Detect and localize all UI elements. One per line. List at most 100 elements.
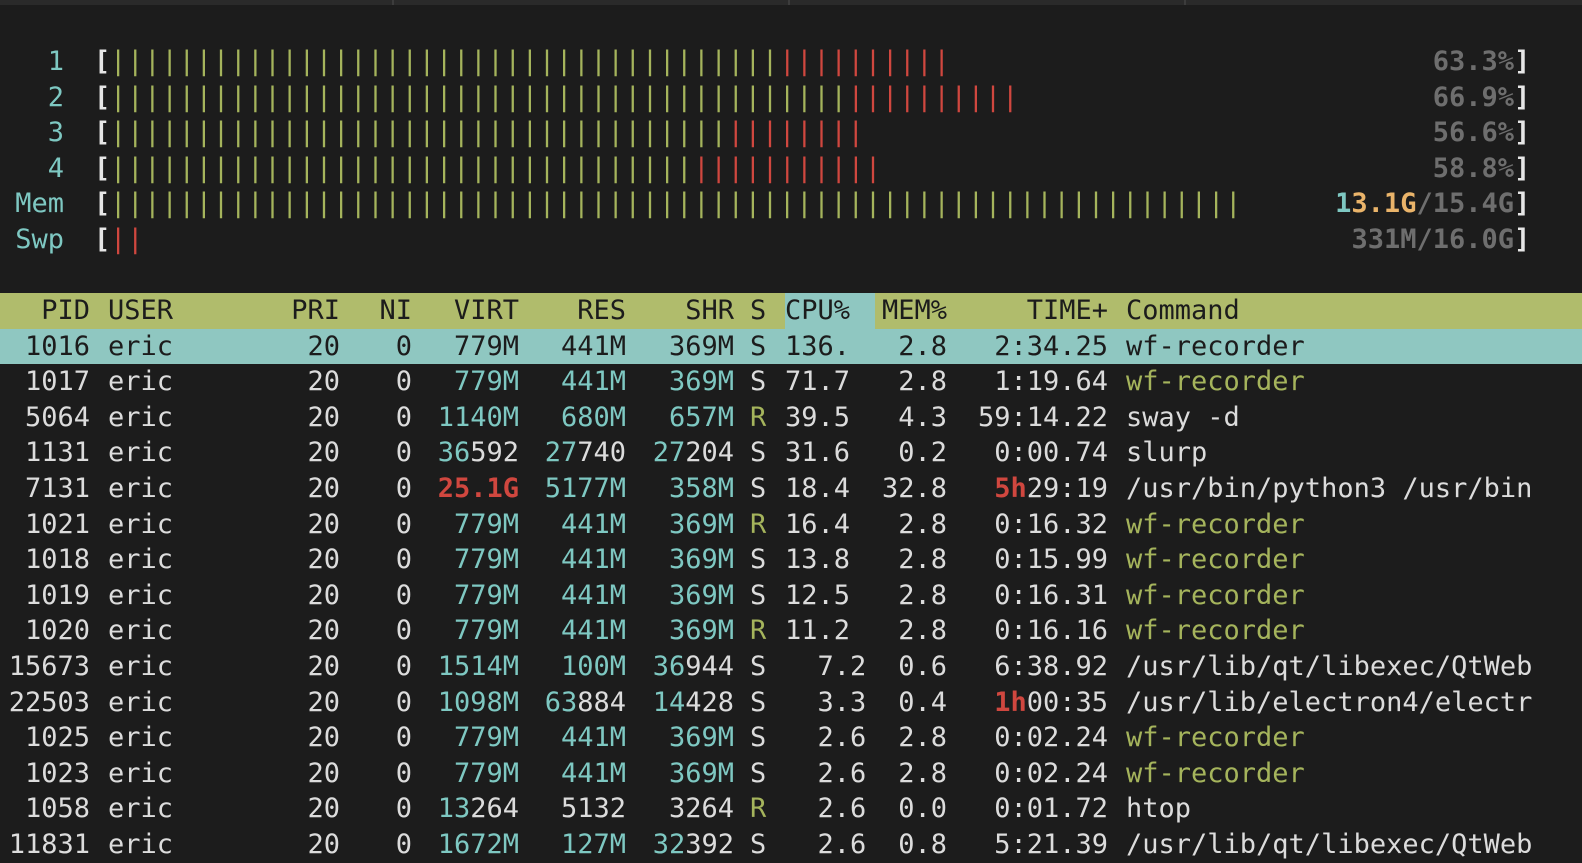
meter-bracket-close: ] [1514, 223, 1531, 255]
cell-command: wf-recorder [1126, 722, 1305, 754]
col-res[interactable]: RES [520, 293, 626, 329]
cell-pri: 20 [307, 472, 340, 504]
table-row[interactable]: 11831 eric 20 0 1672M 127M 32392 S 2.6 0.8 5:21.3… [0, 827, 1582, 863]
cell-command: htop [1126, 793, 1192, 825]
col-command[interactable]: Command [1126, 293, 1582, 329]
col-pri[interactable]: PRI [272, 293, 340, 329]
cell-ni: 0 [395, 437, 412, 469]
table-row[interactable]: 7131 eric 20 0 25.1G 5177M 358M S 18.4 32.8 5h29:1… [0, 471, 1582, 507]
table-row[interactable]: 1017 eric 20 0 779M 441M 369M S 71.7 2.8 1:19.64 wf… [0, 364, 1582, 400]
col-ni[interactable]: NI [350, 293, 412, 329]
col-state[interactable]: S [750, 293, 770, 329]
meter-bracket-close: ] [1514, 81, 1531, 113]
cell-pid: 1018 [24, 544, 90, 576]
cell-cpu: 3.3 [785, 686, 867, 718]
cell-pri: 20 [307, 615, 340, 647]
cell-res-hi: 27 [544, 437, 578, 469]
table-row[interactable]: 1023 eric 20 0 779M 441M 369M S 2.6 2.8 0:02.24 wf… [0, 756, 1582, 792]
cell-time: 5:21.39 [948, 827, 1108, 863]
cell-virt-val: 779M [453, 330, 519, 362]
cell-shr-val: 944 [685, 650, 734, 682]
cell-virt: 779M [412, 578, 519, 614]
cell-pri: 20 [307, 757, 340, 789]
mem-total: /15.4G [1416, 188, 1514, 220]
col-cpu-sorted[interactable]: CPU% [785, 293, 875, 329]
cell-ni: 0 [395, 401, 412, 433]
cell-shr-val: 369M [668, 579, 734, 611]
cell-virt: 779M [412, 364, 519, 400]
cell-shr: 369M [628, 613, 734, 649]
cell-virt-hi: 13 [437, 793, 471, 825]
process-table[interactable]: PID USER PRI NI VIRT RES SHR S CPU% MEM%… [0, 293, 1582, 863]
meter-bar-segment: ||||||||||| [693, 152, 883, 184]
cell-res-val: 441M [560, 366, 626, 398]
table-row[interactable]: 1018 eric 20 0 779M 441M 369M S 13.8 2.8 0:15.99 wf… [0, 542, 1582, 578]
terminal-tab-strip [0, 0, 1582, 5]
cell-res-val: 441M [560, 508, 626, 540]
cell-ni: 0 [395, 544, 412, 576]
cell-shr: 369M [628, 329, 734, 365]
table-row[interactable]: 1131 eric 20 0 36592 27740 27204 S 31.6 0.2 0:00.7… [0, 435, 1582, 471]
table-row[interactable]: 1021 eric 20 0 779M 441M 369M R 16.4 2.8 0:16.32 wf… [0, 507, 1582, 543]
cell-shr-val: 369M [668, 757, 734, 789]
cell-pid: 7131 [24, 472, 90, 504]
cell-cpu: 2.6 [785, 722, 867, 754]
cell-pri: 20 [307, 579, 340, 611]
table-header[interactable]: PID USER PRI NI VIRT RES SHR S CPU% MEM%… [0, 293, 1582, 329]
meter-bracket-open: [ [94, 81, 111, 113]
table-row[interactable]: 5064 eric 20 0 1140M 680M 657M R 39.5 4.3 59:14.22… [0, 400, 1582, 436]
cell-pid: 1019 [24, 579, 90, 611]
table-row[interactable]: 15673 eric 20 0 1514M 100M 36944 S 7.2 0.6 6:38.9… [0, 649, 1582, 685]
cell-virt-val: 25.1G [437, 472, 519, 504]
col-user[interactable]: USER [108, 293, 278, 329]
meter-swp: Swp [|| 331M/16.0G] [0, 221, 1582, 258]
cell-cpu: 31.6 [785, 437, 851, 469]
col-pid[interactable]: PID [0, 293, 90, 329]
cell-user: eric [108, 472, 174, 504]
meter-bar: ||||||||||||||||||||||||||||||||||||||||… [110, 44, 1514, 80]
cell-mem: 0.2 [898, 437, 947, 469]
cell-virt-val: 779M [453, 615, 519, 647]
cell-command: wf-recorder [1126, 508, 1305, 540]
col-virt[interactable]: VIRT [412, 293, 519, 329]
meter-label: 4 [47, 152, 64, 184]
cell-virt: 779M [412, 613, 519, 649]
cell-mem: 2.8 [898, 330, 947, 362]
cell-cpu: 18.4 [785, 472, 851, 504]
table-row-selected[interactable]: 1016 eric 20 0 779M 441M 369M S 136. 2.8 2:34.25 wf… [0, 328, 1582, 365]
cell-ni: 0 [395, 472, 412, 504]
table-row[interactable]: 1058 eric 20 0 13264 5132 3264 R 2.6 0.0 0:01.72 h… [0, 791, 1582, 827]
meter-bracket-close: ] [1514, 188, 1531, 220]
cell-time-val: 5:21.39 [994, 828, 1108, 860]
col-mem[interactable]: MEM% [875, 293, 947, 329]
meter-bar-segment: ||||||||||||||||||||||||||||||||||||||||… [110, 81, 848, 113]
cell-time: 1h00:35 [948, 685, 1108, 721]
cell-user: eric [108, 757, 174, 789]
table-row[interactable]: 1019 eric 20 0 779M 441M 369M S 12.5 2.8 0:16.31 wf… [0, 578, 1582, 614]
cell-shr-hi: 27 [652, 437, 686, 469]
cell-user: eric [108, 686, 174, 718]
table-row[interactable]: 22503 eric 20 0 1098M 63884 14428 S 3.3 0.4 1h00:… [0, 685, 1582, 721]
col-shr[interactable]: SHR [628, 293, 734, 329]
cell-virt-val: 1672M [437, 828, 519, 860]
cell-res-val: 740 [577, 437, 626, 469]
cell-virt: 779M [412, 329, 519, 365]
cell-command: wf-recorder [1126, 615, 1305, 647]
cell-res: 441M [520, 720, 626, 756]
cell-shr: 36944 [628, 649, 734, 685]
cell-time-val: 0:16.31 [994, 579, 1108, 611]
cell-state: S [750, 828, 767, 860]
cell-mem: 2.8 [898, 757, 947, 789]
meter-bar-segment: |||||||| [727, 117, 865, 149]
table-row[interactable]: 1025 eric 20 0 779M 441M 369M S 2.6 2.8 0:02.24 wf… [0, 720, 1582, 756]
cell-shr: 369M [628, 507, 734, 543]
table-row[interactable]: 1020 eric 20 0 779M 441M 369M R 11.2 2.8 0:16.16 wf… [0, 613, 1582, 649]
cell-cpu: 71.7 [785, 366, 851, 398]
cell-pri: 20 [307, 401, 340, 433]
cell-time: 0:01.72 [948, 791, 1108, 827]
col-time[interactable]: TIME+ [948, 293, 1108, 329]
meter-1: 1[||||||||||||||||||||||||||||||||||||||… [0, 44, 1582, 80]
cell-time: 0:16.31 [948, 578, 1108, 614]
cell-res: 441M [520, 613, 626, 649]
cell-state: S [750, 544, 767, 576]
